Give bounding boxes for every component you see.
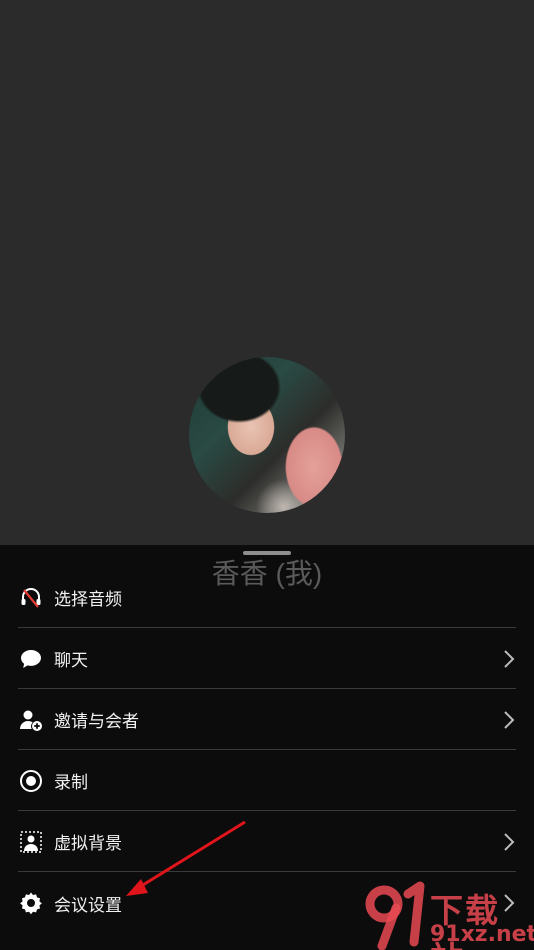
91-logo-icon <box>365 881 425 950</box>
menu-item-chat[interactable]: 聊天 <box>18 629 516 689</box>
video-area <box>0 0 534 545</box>
chevron-right-icon <box>502 832 516 852</box>
chat-bubble-icon <box>18 646 44 672</box>
menu-item-virtual-background[interactable]: 虚拟背景 <box>18 812 516 872</box>
menu-item-label: 聊天 <box>54 651 88 670</box>
chevron-right-icon <box>502 649 516 669</box>
virtual-background-icon <box>18 829 44 855</box>
record-icon <box>18 768 44 794</box>
menu-item-invite[interactable]: 邀请与会者 <box>18 690 516 750</box>
add-person-icon <box>18 707 44 733</box>
participant-avatar <box>189 357 345 513</box>
gear-icon <box>18 890 44 916</box>
participant-name: 香香 (我) <box>211 558 323 589</box>
watermark-brand-url: 91xz.net <box>430 922 534 947</box>
sheet-drag-handle[interactable] <box>243 551 291 555</box>
menu-item-label: 虚拟背景 <box>54 834 122 853</box>
site-watermark: 下载站 91xz.net <box>362 880 534 950</box>
chevron-right-icon <box>502 710 516 730</box>
menu-item-label: 录制 <box>54 773 88 792</box>
menu-item-label: 邀请与会者 <box>54 712 139 731</box>
menu-item-record[interactable]: 录制 <box>18 751 516 811</box>
